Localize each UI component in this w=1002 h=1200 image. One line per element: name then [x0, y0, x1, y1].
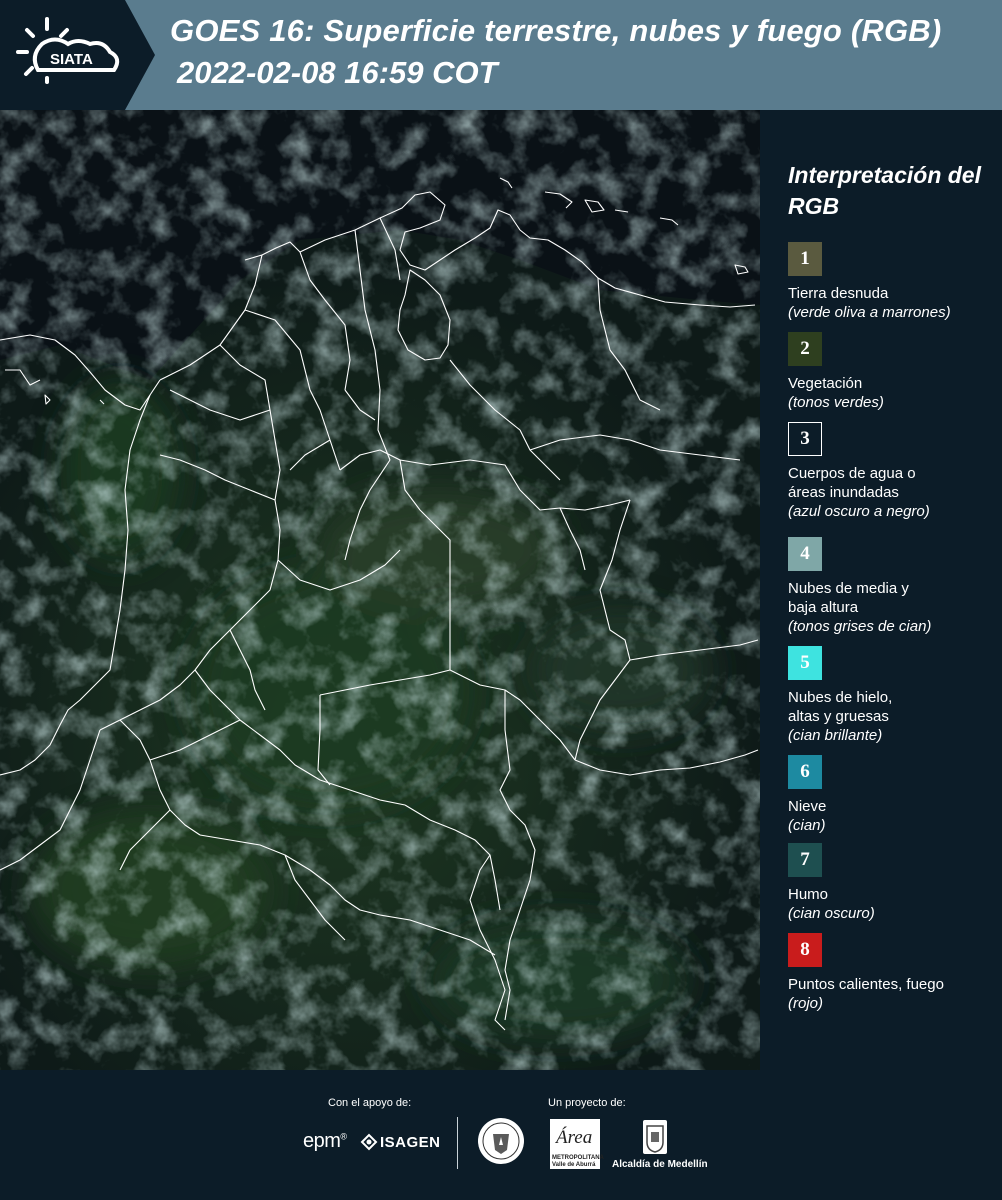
- isagen-logo: ISAGEN: [380, 1134, 441, 1151]
- legend-description: (cian oscuro): [788, 905, 875, 922]
- legend-swatch: 4: [788, 537, 822, 571]
- footer-divider: [457, 1117, 458, 1169]
- seal-icon: [478, 1118, 524, 1164]
- legend-description: (azul oscuro a negro): [788, 503, 930, 520]
- cloud-layer: [0, 110, 760, 1070]
- project-caption: Un proyecto de:: [548, 1097, 626, 1109]
- legend-swatch: 3: [788, 422, 822, 456]
- legend-item: 4 Nubes de media y baja altura (tonos gris…: [788, 537, 998, 636]
- legend-label: Cuerpos de agua o áreas inundadas: [788, 465, 916, 501]
- legend-panel: Interpretación del RGB 1 Tierra desnuda (v…: [760, 110, 1002, 1070]
- epm-logo: epm®: [303, 1130, 347, 1152]
- legend-swatch: 5: [788, 646, 822, 680]
- legend-description: (cian brillante): [788, 727, 883, 744]
- alcaldia-shield-icon: [643, 1120, 667, 1154]
- legend-title: Interpretación del RGB: [788, 162, 981, 219]
- satellite-map[interactable]: [0, 110, 760, 1070]
- area-text: METROPOLITANA Valle de Aburrá: [552, 1155, 604, 1168]
- footer: Con el apoyo de: Un proyecto de: epm® IS…: [0, 1070, 1002, 1200]
- legend-swatch: 8: [788, 933, 822, 967]
- siata-logo-text: SIATA: [50, 51, 93, 68]
- legend-item: 6 Nieve (cian): [788, 755, 998, 835]
- legend-description: (cian): [788, 817, 826, 834]
- legend-label: Nubes de media y baja altura: [788, 580, 909, 616]
- page-title: GOES 16: Superficie terrestre, nubes y f…: [170, 13, 942, 48]
- legend-label: Tierra desnuda: [788, 285, 889, 302]
- legend-item: 7 Humo (cian oscuro): [788, 843, 998, 923]
- page-timestamp: 2022-02-08 16:59 COT: [177, 55, 498, 90]
- legend-item: 1 Tierra desnuda (verde oliva a marrones): [788, 242, 998, 322]
- legend-swatch: 1: [788, 242, 822, 276]
- legend-description: (tonos grises de cian): [788, 618, 932, 635]
- legend-description: (verde oliva a marrones): [788, 304, 951, 321]
- legend-item: 5 Nubes de hielo, altas y gruesas (cian br…: [788, 646, 998, 745]
- isagen-icon: [360, 1133, 378, 1151]
- legend-description: (rojo): [788, 995, 824, 1012]
- support-caption: Con el apoyo de:: [328, 1097, 412, 1109]
- legend-swatch: 2: [788, 332, 822, 366]
- legend-item: 3 Cuerpos de agua o áreas inundadas (azul …: [788, 422, 998, 521]
- siata-logo: SIATA: [0, 0, 155, 110]
- legend-item: 2 Vegetación (tonos verdes): [788, 332, 998, 412]
- alcaldia-logo: Alcaldía de Medellín: [612, 1159, 708, 1170]
- legend-description: (tonos verdes): [788, 394, 884, 411]
- epm-text: epm: [303, 1130, 341, 1152]
- header: SIATA GOES 16: Superficie terrestre, nub…: [0, 0, 1002, 110]
- area-script: Área: [556, 1127, 593, 1148]
- legend-swatch: 7: [788, 843, 822, 877]
- legend-swatch: 6: [788, 755, 822, 789]
- legend-label: Nubes de hielo, altas y gruesas: [788, 689, 893, 725]
- legend-label: Humo: [788, 886, 829, 903]
- legend-label: Puntos calientes, fuego: [788, 976, 944, 993]
- legend-item: 8 Puntos calientes, fuego (rojo): [788, 933, 998, 1013]
- legend-label: Vegetación: [788, 375, 863, 392]
- legend-label: Nieve: [788, 798, 827, 815]
